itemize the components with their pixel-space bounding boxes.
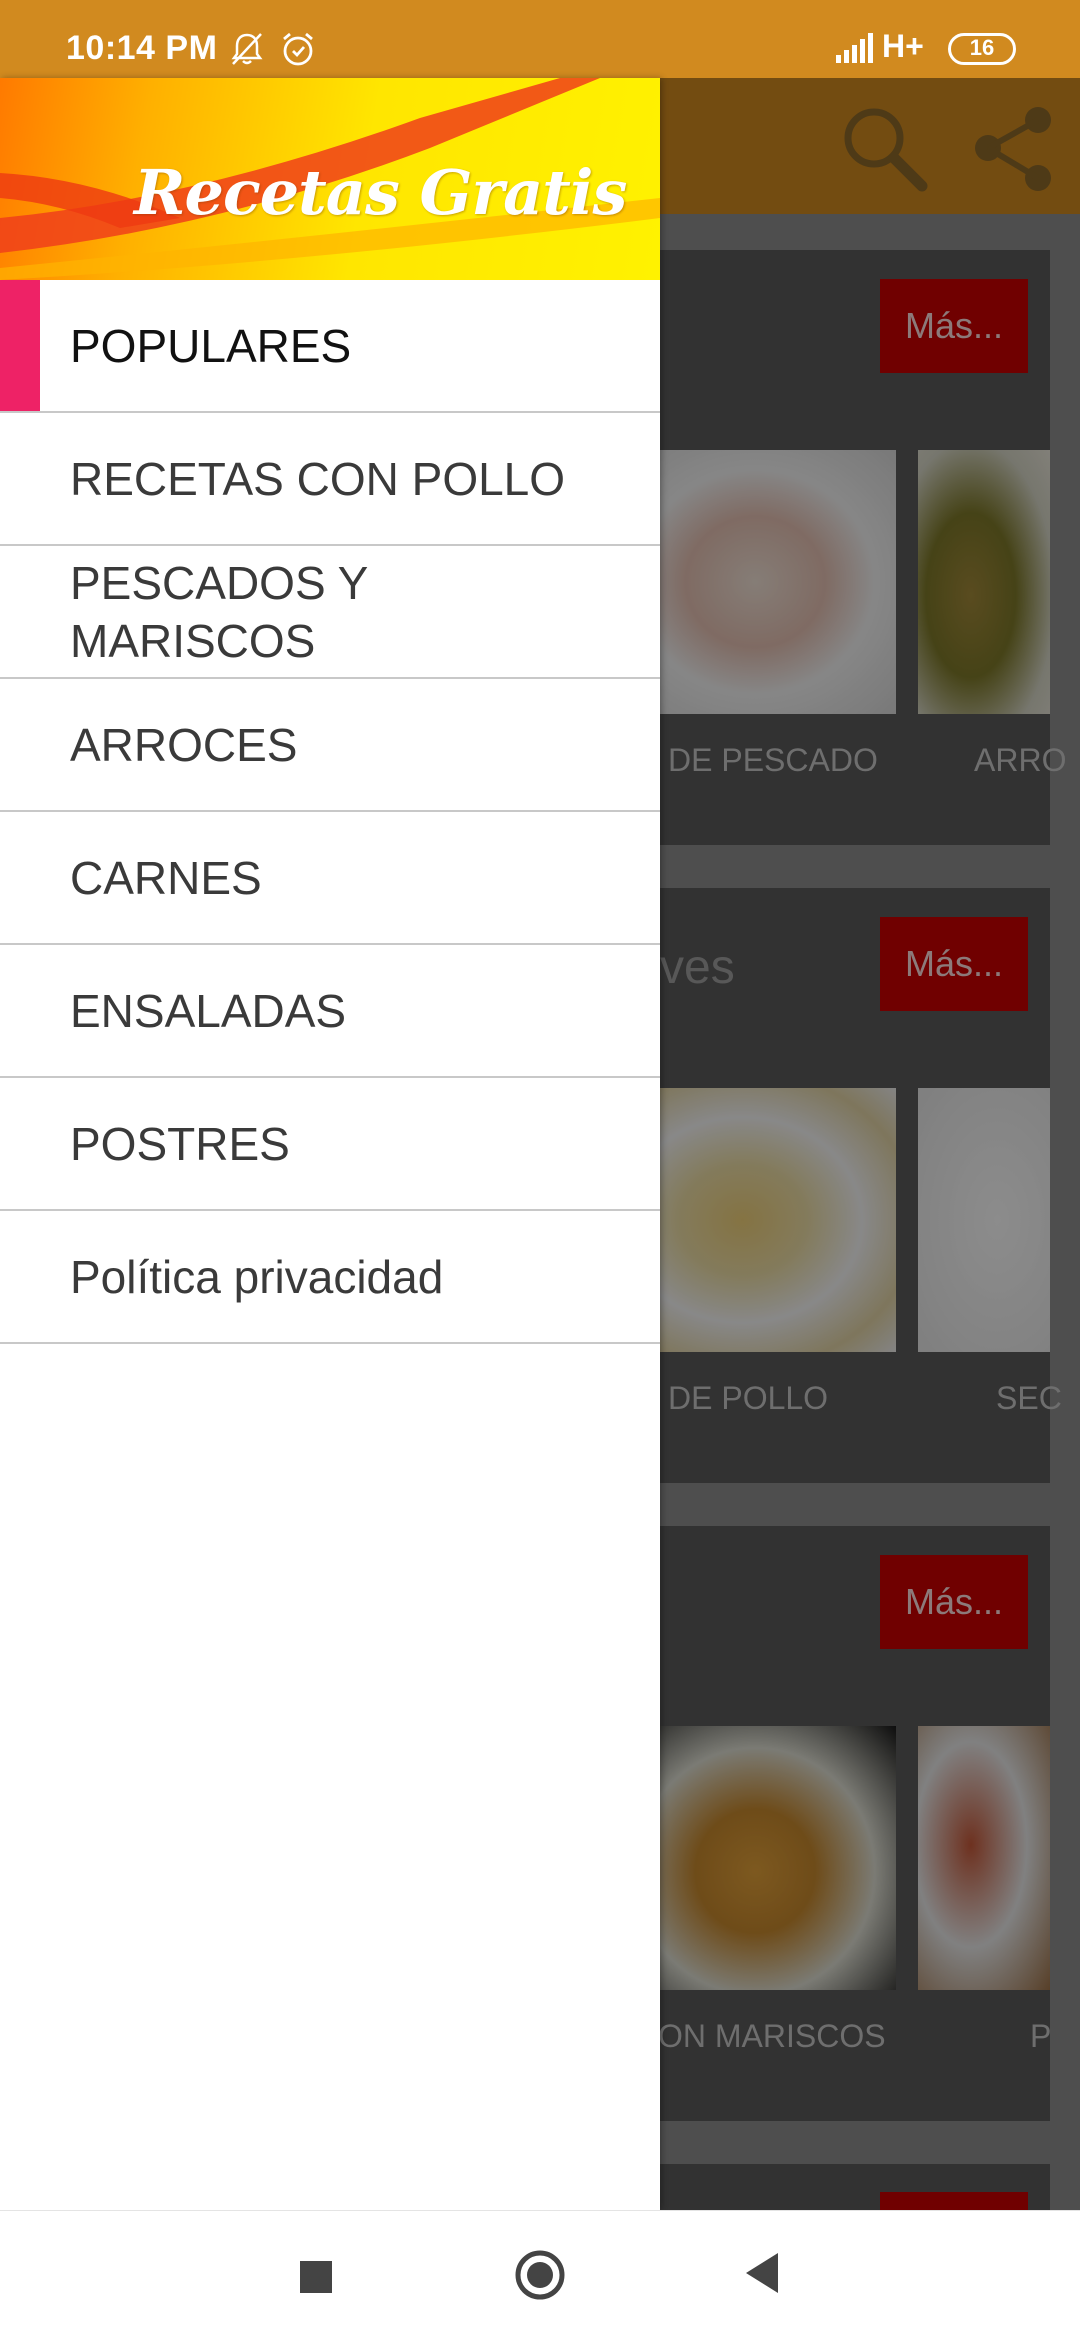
- drawer-item-label: ARROCES: [70, 718, 298, 771]
- drawer-item-label: ENSALADAS: [70, 984, 347, 1037]
- drawer-item-populares[interactable]: POPULARES: [0, 280, 660, 413]
- system-nav-bar: [0, 2210, 1080, 2340]
- navigation-drawer: Recetas Gratis POPULARES RECETAS CON POL…: [0, 78, 660, 2210]
- drawer-item-label: Política privacidad: [70, 1250, 444, 1303]
- screen: 10:14 PM H+ 16 Más... DE PESCADO ARRO ve…: [0, 0, 1080, 2340]
- drawer-item-label: RECETAS CON POLLO: [70, 452, 566, 505]
- bell-off-icon: [231, 33, 263, 65]
- drawer-item-recetas-con-pollo[interactable]: RECETAS CON POLLO: [0, 413, 660, 546]
- status-time: 10:14 PM: [66, 29, 218, 67]
- battery-icon: 16: [948, 33, 1016, 65]
- drawer-header: Recetas Gratis: [0, 78, 660, 280]
- drawer-item-ensaladas[interactable]: ENSALADAS: [0, 945, 660, 1078]
- signal-icon: [836, 33, 873, 63]
- back-button[interactable]: [742, 2251, 782, 2295]
- network-type: H+: [882, 28, 924, 64]
- drawer-item-carnes[interactable]: CARNES: [0, 812, 660, 945]
- drawer-item-label: POPULARES: [70, 319, 352, 372]
- drawer-item-arroces[interactable]: ARROCES: [0, 679, 660, 812]
- drawer-item-pescados-y-mariscos[interactable]: PESCADOS Y MARISCOS: [0, 546, 660, 679]
- drawer-item-postres[interactable]: POSTRES: [0, 1078, 660, 1211]
- active-indicator: [0, 280, 40, 411]
- drawer-item-label: PESCADOS Y MARISCOS: [70, 556, 368, 667]
- recent-apps-button[interactable]: [300, 2261, 332, 2293]
- battery-level: 16: [969, 35, 995, 60]
- drawer-item-label: POSTRES: [70, 1117, 290, 1170]
- status-bar: 10:14 PM H+ 16: [0, 0, 1080, 78]
- drawer-item-label: CARNES: [70, 851, 262, 904]
- alarm-icon: [283, 32, 313, 66]
- app-logo: Recetas Gratis: [134, 156, 627, 229]
- home-button[interactable]: [514, 2249, 566, 2301]
- drawer-item-politica-privacidad[interactable]: Política privacidad: [0, 1211, 660, 1344]
